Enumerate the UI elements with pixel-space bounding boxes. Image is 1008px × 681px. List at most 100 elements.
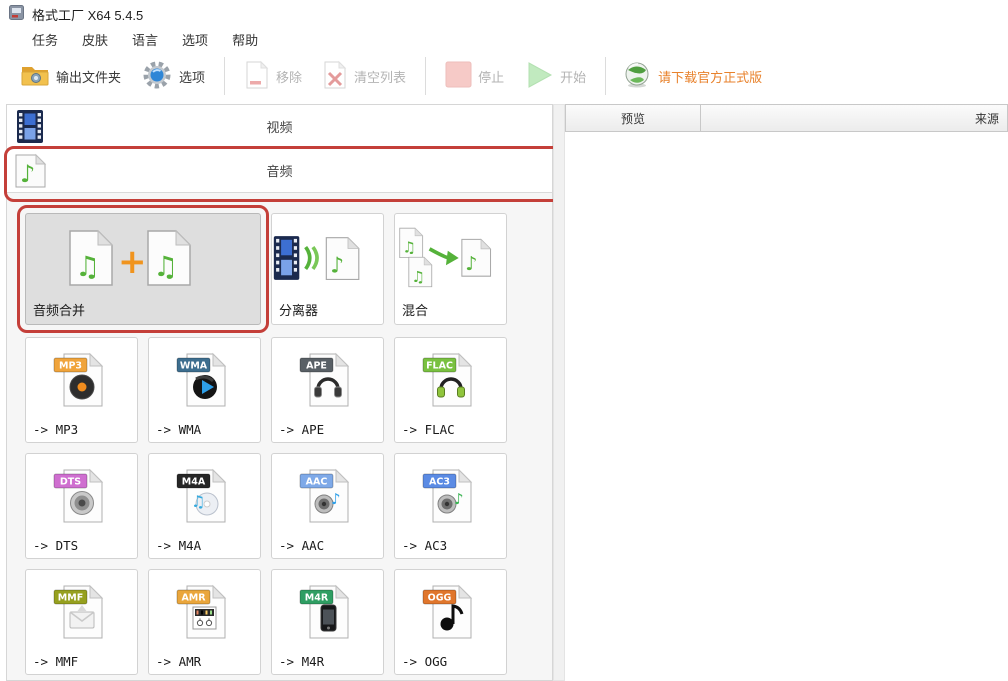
format-factory-window: 格式工厂 X64 5.4.5 任务 皮肤 语言 选项 帮助 输出文件夹 选项 移…: [0, 0, 1008, 681]
tile-splitter[interactable]: ♪ 分离器: [271, 213, 384, 325]
menu-task[interactable]: 任务: [32, 30, 58, 49]
output-folder-button[interactable]: 输出文件夹: [12, 58, 129, 95]
column-header-source[interactable]: 来源: [701, 105, 1007, 131]
svg-text:♪: ♪: [330, 254, 344, 279]
tile-to-amr[interactable]: AMR -> AMR: [148, 569, 261, 675]
mix-icon: ♫ ♫ ♪: [395, 216, 506, 300]
svg-text:♪: ♪: [454, 490, 464, 508]
note-ball-icon: OGG: [395, 572, 506, 650]
download-official-label: 请下载官方正式版: [658, 67, 762, 86]
headphones-black-icon: APE: [272, 340, 383, 418]
gear-icon: [141, 59, 173, 94]
svg-text:♫: ♫: [412, 268, 426, 286]
film-strip-icon: [12, 109, 48, 149]
remove-label: 移除: [276, 67, 302, 86]
tile-to-flac[interactable]: FLAC -> FLAC: [394, 337, 507, 443]
tile-to-m4r[interactable]: M4R -> M4R: [271, 569, 384, 675]
tile-label-mix: 混合: [402, 300, 428, 319]
tile-label-to-amr: -> AMR: [156, 654, 201, 669]
start-button[interactable]: 开始: [516, 56, 594, 97]
category-video[interactable]: 视频: [7, 105, 552, 149]
envelope-icon: MMF: [26, 572, 137, 650]
svg-text:MP3: MP3: [58, 361, 81, 372]
tile-label-to-m4r: -> M4R: [279, 654, 324, 669]
download-official-link[interactable]: 请下载官方正式版: [617, 57, 768, 96]
svg-text:M4R: M4R: [304, 593, 328, 604]
list-header: 预览 来源: [565, 104, 1008, 132]
clear-list-label: 清空列表: [354, 67, 406, 86]
tile-label-splitter: 分离器: [279, 300, 318, 319]
mixer-icon: AMR: [149, 572, 260, 650]
menu-help[interactable]: 帮助: [232, 30, 258, 49]
menubar: 任务 皮肤 语言 选项 帮助: [32, 30, 258, 49]
tile-to-mmf[interactable]: MMF -> MMF: [25, 569, 138, 675]
svg-text:APE: APE: [306, 361, 327, 372]
remove-button[interactable]: 移除: [236, 56, 310, 97]
phone-icon: M4R: [272, 572, 383, 650]
svg-text:+: +: [118, 242, 147, 282]
tile-label-to-mmf: -> MMF: [33, 654, 78, 669]
output-folder-label: 输出文件夹: [56, 67, 121, 86]
category-audio-label: 音频: [7, 161, 552, 180]
svg-text:AC3: AC3: [429, 477, 450, 488]
svg-text:MMF: MMF: [57, 593, 82, 604]
tile-to-mp3[interactable]: MP3 -> MP3: [25, 337, 138, 443]
svg-text:♫: ♫: [153, 250, 178, 283]
vinyl-icon: MP3: [26, 340, 137, 418]
tile-label-to-m4a: -> M4A: [156, 538, 201, 553]
tile-mix[interactable]: ♫ ♫ ♪ 混合: [394, 213, 507, 325]
tile-to-ogg[interactable]: OGG -> OGG: [394, 569, 507, 675]
tile-to-aac[interactable]: ♪AAC -> AAC: [271, 453, 384, 559]
toolbar: 输出文件夹 选项 移除 清空列表 停止: [12, 53, 768, 99]
clear-list-x-icon: [322, 60, 348, 93]
tile-label-to-dts: -> DTS: [33, 538, 78, 553]
tile-audio-merge[interactable]: ♫+♫ 音频合并: [25, 213, 261, 325]
list-body[interactable]: [565, 132, 1008, 681]
music-note-doc-icon: ♪: [12, 153, 48, 194]
left-panel: 视频 ♪ 音频 ♫+♫ 音频合并 ♪ 分离器 ♫♫♪ 混合 MP3 -> MP3…: [6, 104, 553, 681]
speaker-icon: DTS: [26, 456, 137, 534]
svg-text:♫: ♫: [191, 492, 205, 511]
tile-label-to-ac3: -> AC3: [402, 538, 447, 553]
start-label: 开始: [560, 67, 586, 86]
speaker-note-blue-icon: ♪AAC: [272, 456, 383, 534]
options-button[interactable]: 选项: [133, 55, 213, 98]
clear-list-button[interactable]: 清空列表: [314, 56, 414, 97]
speaker-note-green-icon: ♪ AC3: [395, 456, 506, 534]
disc-play-icon: WMA: [149, 340, 260, 418]
tile-label-to-wma: -> WMA: [156, 422, 201, 437]
cd-notes-icon: ♫ M4A: [149, 456, 260, 534]
merge-icon: ♫+♫: [26, 216, 260, 300]
svg-text:OGG: OGG: [427, 593, 451, 604]
menu-language[interactable]: 语言: [132, 30, 158, 49]
tile-to-ape[interactable]: APE -> APE: [271, 337, 384, 443]
tile-label-to-aac: -> AAC: [279, 538, 324, 553]
toolbar-separator: [605, 57, 606, 95]
format-grid: ♫+♫ 音频合并 ♪ 分离器 ♫♫♪ 混合 MP3 -> MP3 WMA -> …: [7, 193, 552, 680]
column-header-preview[interactable]: 预览: [566, 105, 701, 131]
options-label: 选项: [179, 67, 205, 86]
globe-icon: [623, 61, 651, 92]
stop-button[interactable]: 停止: [437, 57, 512, 95]
tile-label-to-flac: -> FLAC: [402, 422, 455, 437]
svg-text:♫: ♫: [402, 239, 416, 257]
tile-to-wma[interactable]: WMA -> WMA: [148, 337, 261, 443]
tile-label-to-mp3: -> MP3: [33, 422, 78, 437]
app-logo-icon: [9, 5, 24, 20]
stop-square-icon: [445, 61, 472, 91]
svg-text:WMA: WMA: [179, 361, 207, 372]
split-icon: ♪: [272, 216, 383, 300]
headphones-green-icon: FLAC: [395, 340, 506, 418]
category-audio[interactable]: ♪ 音频: [7, 149, 552, 193]
window-title: 格式工厂 X64 5.4.5: [32, 5, 143, 24]
tile-to-m4a[interactable]: ♫ M4A -> M4A: [148, 453, 261, 559]
task-list-panel: 预览 来源: [565, 104, 1008, 681]
svg-text:♪: ♪: [465, 252, 477, 275]
tile-to-dts[interactable]: DTS -> DTS: [25, 453, 138, 559]
left-panel-scrollbar[interactable]: [553, 104, 565, 681]
menu-skin[interactable]: 皮肤: [82, 30, 108, 49]
tile-label-audio-merge: 音频合并: [33, 300, 85, 319]
menu-options[interactable]: 选项: [182, 30, 208, 49]
tile-to-ac3[interactable]: ♪ AC3 -> AC3: [394, 453, 507, 559]
svg-text:M4A: M4A: [181, 477, 205, 488]
